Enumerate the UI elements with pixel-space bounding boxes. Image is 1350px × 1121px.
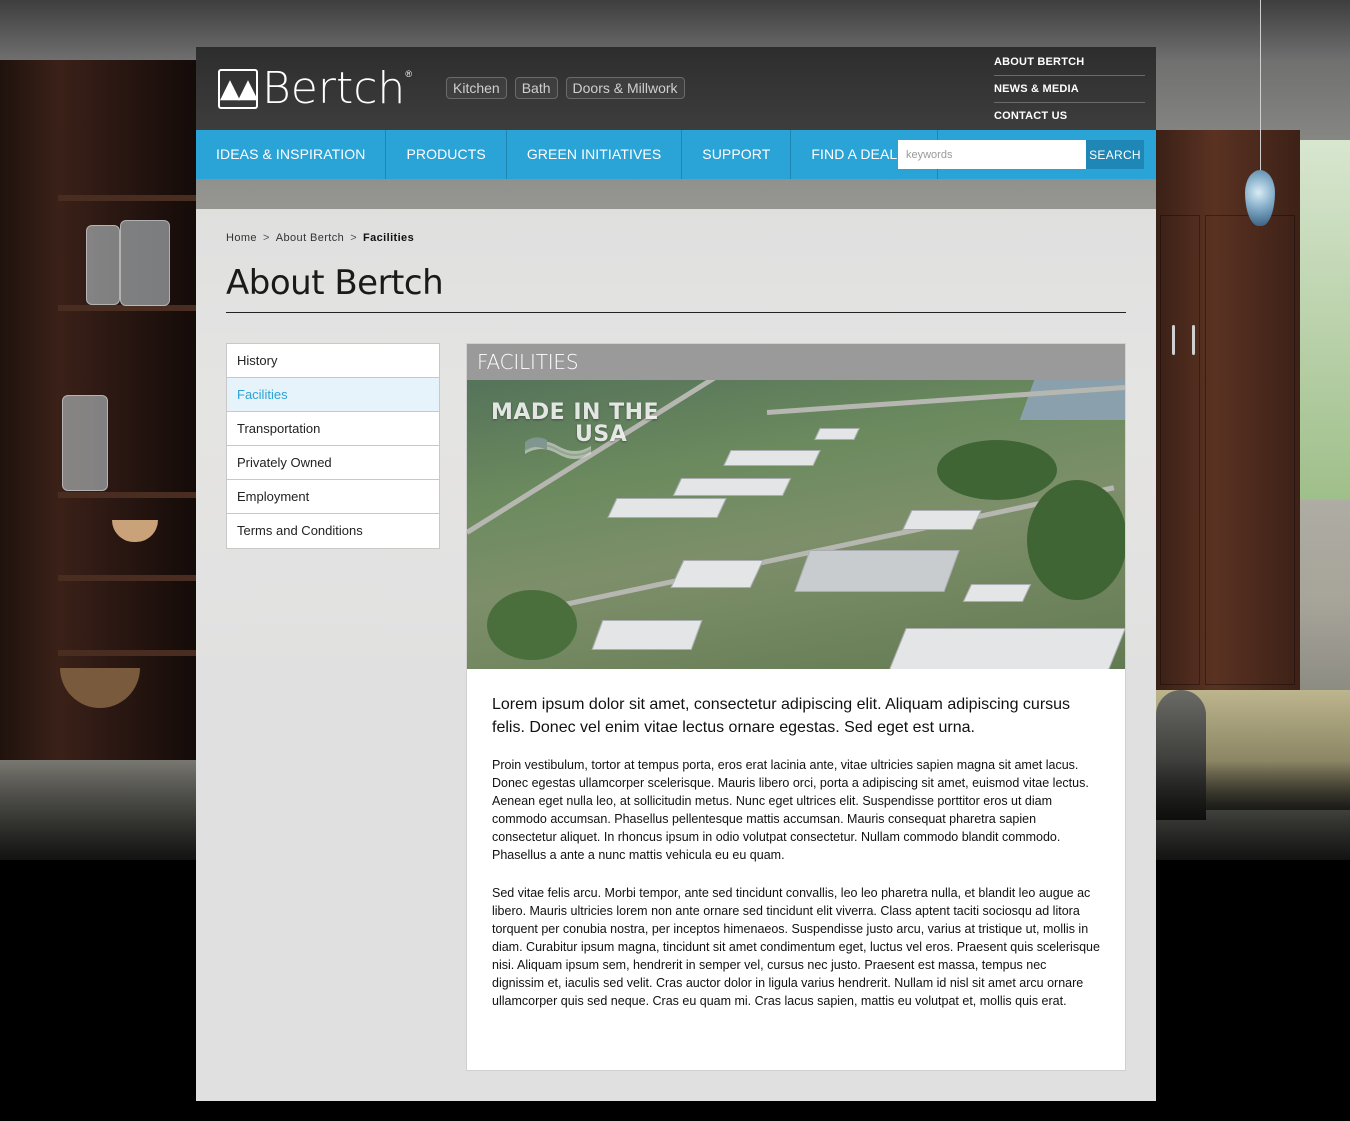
background-shelf [58,650,196,656]
search-input[interactable] [898,140,1086,169]
background-shelf [58,195,196,201]
registered-mark: ® [405,69,412,79]
title-divider [226,312,1126,313]
subnav-employment[interactable]: Employment [227,480,439,514]
breadcrumb: Home > About Bertch > Facilities [226,232,414,244]
article-lead: Lorem ipsum dolor sit amet, consectetur … [492,696,1071,736]
site-link-bath[interactable]: Bath [514,77,558,99]
logo-text: Bertch [262,63,406,114]
background-cabinet-door [1160,215,1200,685]
aerial-trees [937,440,1057,500]
background-window [1300,140,1350,500]
util-link-contact-us[interactable]: CONTACT US [994,103,1145,130]
article-body: Lorem ipsum dolor sit amet, consectetur … [467,669,1125,1010]
us-flag-icon [524,437,592,459]
aerial-building [723,450,821,466]
subnav-transportation[interactable]: Transportation [227,412,439,446]
bertch-logo-mark-icon: ▲▲ [218,69,258,109]
aerial-building [607,498,727,518]
aerial-building [670,560,764,588]
breadcrumb-about-bertch[interactable]: About Bertch [276,232,344,244]
facilities-article: FACILITIES MADE IN THE USA Lorem ipsum d… [466,343,1126,1071]
background-shelf [58,492,196,498]
aerial-building [888,628,1125,669]
article-heading: FACILITIES [467,344,1125,380]
nav-products[interactable]: PRODUCTS [386,130,507,179]
background-shelf [58,575,196,581]
content-panel: Home > About Bertch > Facilities About B… [196,209,1156,1101]
article-paragraph: Proin vestibulum, tortor at tempus porta… [492,758,1089,862]
pendant-cord [1260,0,1261,172]
aerial-building [962,584,1032,602]
about-subnav: History Facilities Transportation Privat… [226,343,440,549]
subnav-terms-and-conditions[interactable]: Terms and Conditions [227,514,439,548]
page-title: About Bertch [226,263,444,303]
site-links: Kitchen Bath Doors & Millwork [446,77,685,99]
article-paragraph: Sed vitae felis arcu. Morbi tempor, ante… [492,886,1100,1008]
breadcrumb-separator: > [262,232,270,244]
util-link-about-bertch[interactable]: ABOUT BERTCH [994,49,1145,76]
breadcrumb-current: Facilities [363,232,415,244]
subnav-history[interactable]: History [227,344,439,378]
aerial-trees [487,590,577,660]
background-jar [120,220,170,306]
search-form: SEARCH [898,140,1144,169]
top-bar: ▲▲ Bertch ® Kitchen Bath Doors & Millwor… [196,47,1156,130]
aerial-building [591,620,703,650]
subnav-privately-owned[interactable]: Privately Owned [227,446,439,480]
site-header: ▲▲ Bertch ® Kitchen Bath Doors & Millwor… [196,47,1156,179]
aerial-building [794,550,960,592]
site-link-kitchen[interactable]: Kitchen [446,77,507,99]
search-button[interactable]: SEARCH [1086,140,1144,169]
aerial-trees [1027,480,1125,600]
subnav-facilities[interactable]: Facilities [227,378,439,412]
background-jar [86,225,120,305]
site-link-doors-millwork[interactable]: Doors & Millwork [565,77,685,99]
main-nav: IDEAS & INSPIRATION PRODUCTS GREEN INITI… [196,130,1156,179]
background-handle [1192,325,1195,355]
nav-green-initiatives[interactable]: GREEN INITIATIVES [507,130,683,179]
breadcrumb-home[interactable]: Home [226,232,257,244]
utility-nav: ABOUT BERTCH NEWS & MEDIA CONTACT US [994,49,1145,130]
background-cabinet-door [1205,215,1295,685]
background-handle [1172,325,1175,355]
facilities-aerial-photo: MADE IN THE USA [467,380,1125,669]
util-link-news-media[interactable]: NEWS & MEDIA [994,76,1145,103]
aerial-building [672,478,792,496]
background-jar [62,395,108,491]
nav-support[interactable]: SUPPORT [682,130,792,179]
bertch-logo[interactable]: ▲▲ Bertch ® [218,67,412,111]
aerial-building [814,428,860,440]
aerial-building [902,510,982,530]
breadcrumb-separator: > [350,232,358,244]
nav-ideas-inspiration[interactable]: IDEAS & INSPIRATION [196,130,387,179]
